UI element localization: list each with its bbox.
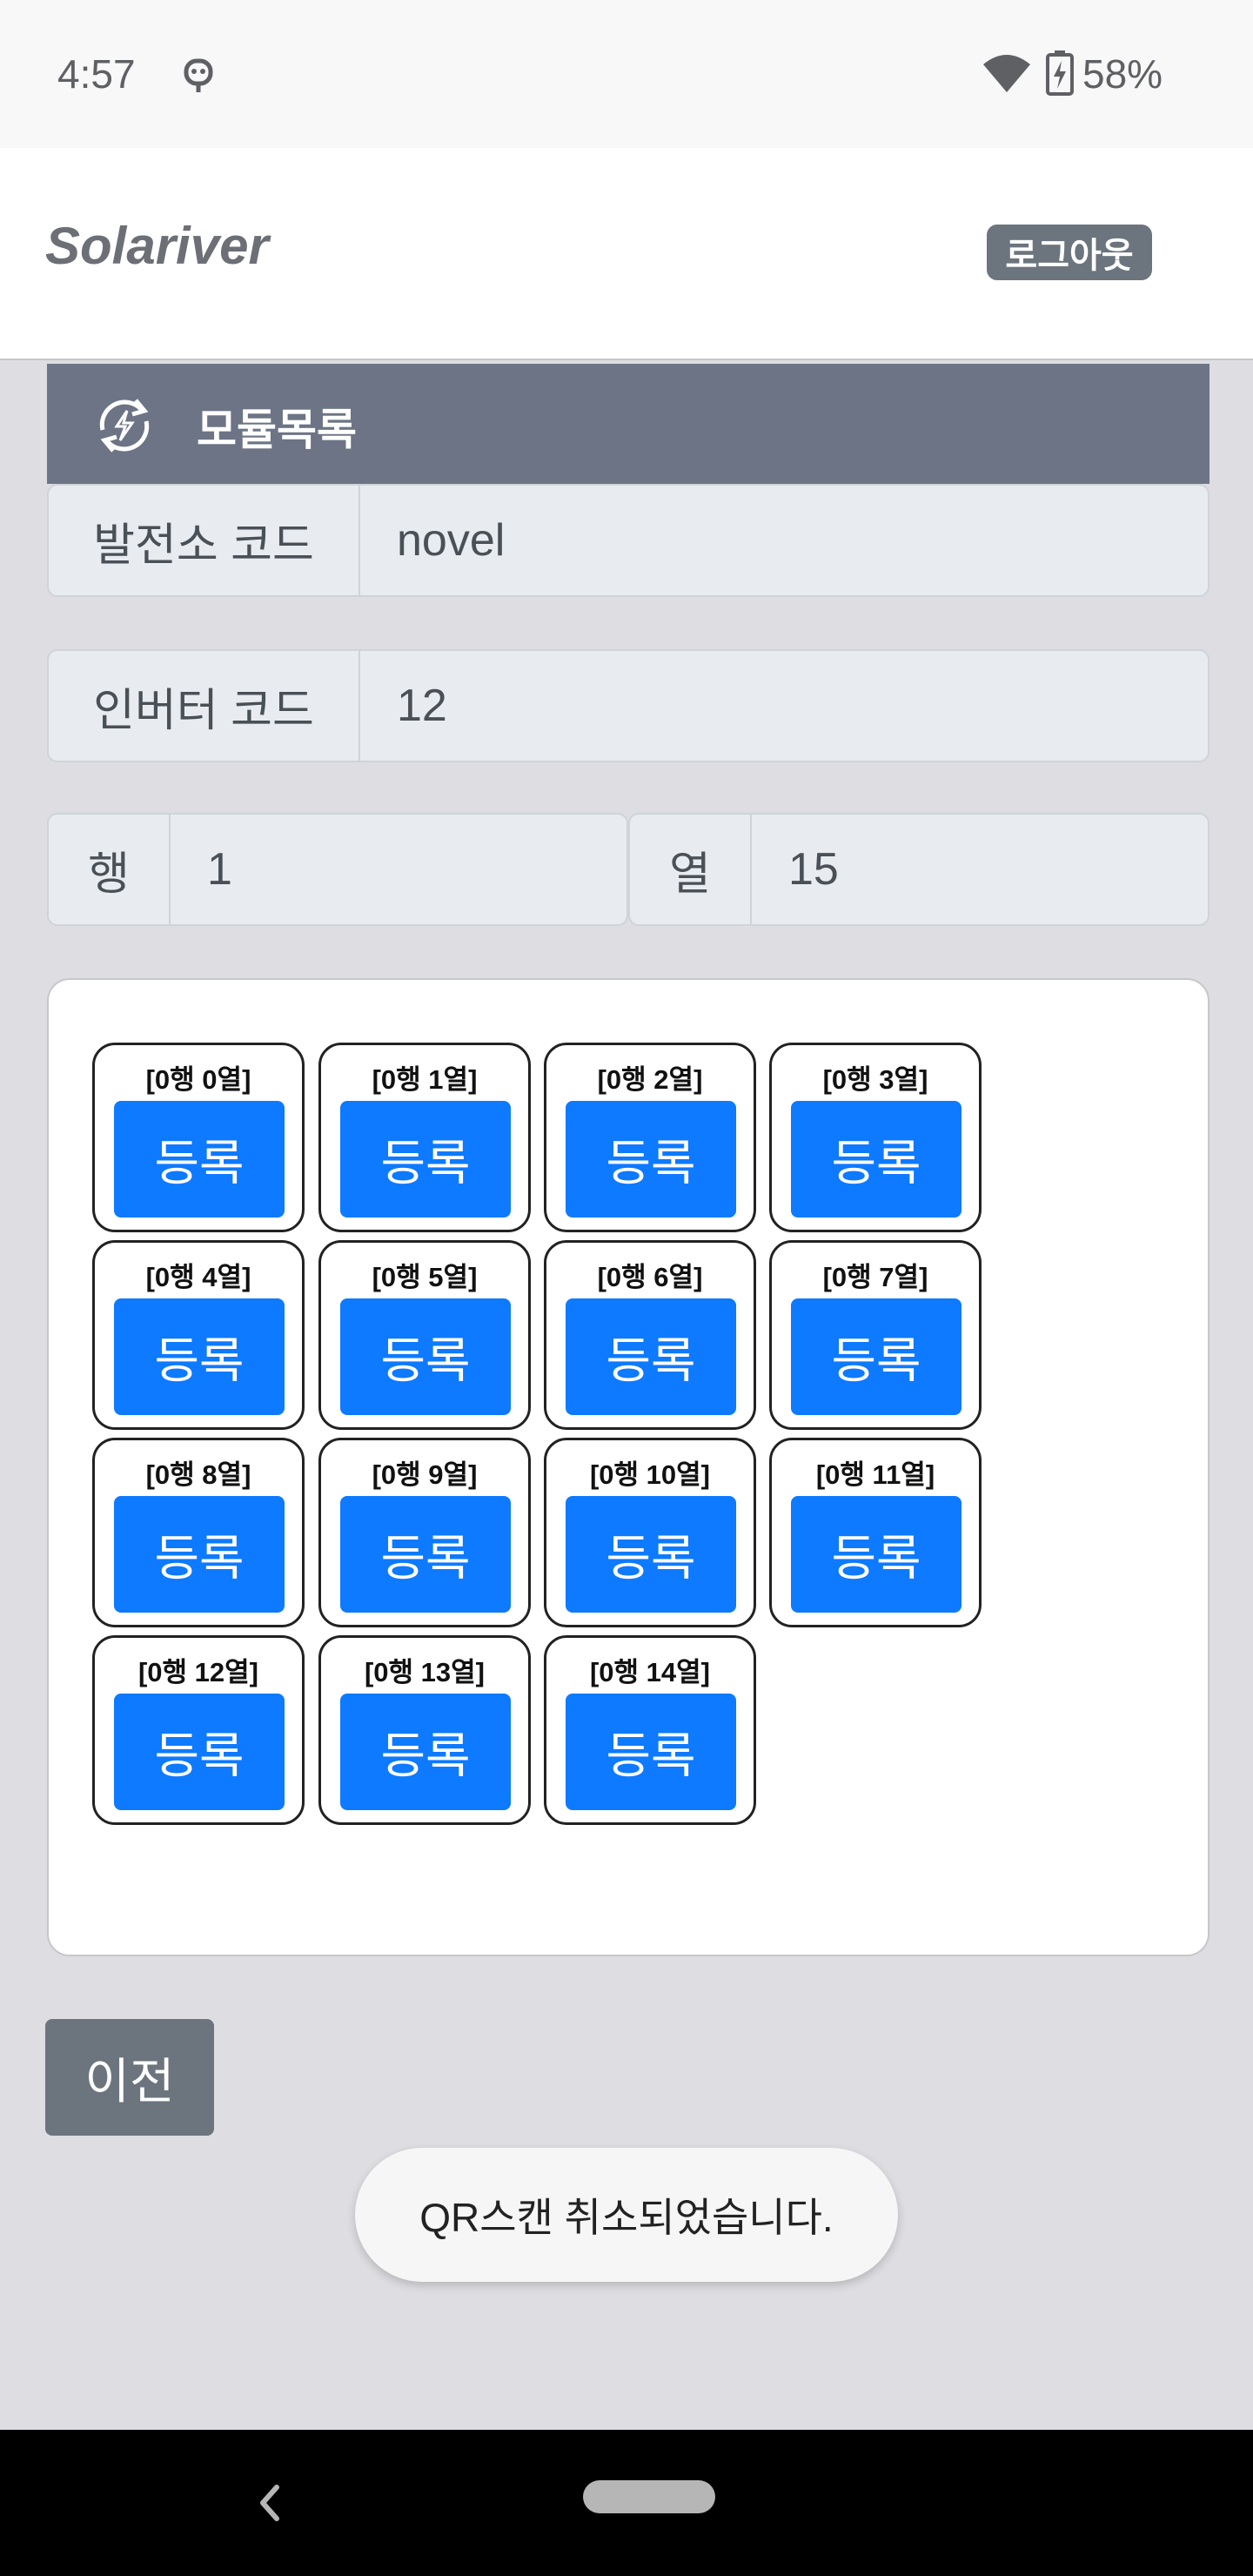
module-cell: [0행 12열] 등록	[92, 1635, 305, 1825]
register-button[interactable]: 등록	[791, 1298, 962, 1415]
plant-code-label: 발전소 코드	[49, 486, 360, 595]
module-cell: [0행 8열] 등록	[92, 1438, 305, 1627]
register-button[interactable]: 등록	[791, 1101, 962, 1218]
register-button[interactable]: 등록	[114, 1694, 285, 1810]
home-pill[interactable]	[583, 2480, 715, 2513]
plant-code-group: 발전소 코드 novel	[47, 484, 1209, 597]
module-cell-label: [0행 7열]	[822, 1262, 928, 1292]
module-grid: [0행 0열] 등록 [0행 1열] 등록 [0행 2열] 등록 [0행 3열]…	[47, 978, 1209, 1956]
module-list-header: 모듈목록	[47, 364, 1209, 484]
module-cell-label: [0행 10열]	[589, 1459, 711, 1490]
register-button[interactable]: 등록	[566, 1694, 736, 1810]
row-field[interactable]: 1	[171, 815, 232, 924]
module-cell-label: [0행 4열]	[145, 1262, 251, 1292]
register-button[interactable]: 등록	[340, 1298, 511, 1415]
previous-button[interactable]: 이전	[45, 2019, 214, 2136]
col-field[interactable]: 15	[752, 815, 839, 924]
inverter-code-field[interactable]: 12	[360, 651, 447, 761]
register-button[interactable]: 등록	[566, 1298, 736, 1415]
toast-message: QR스캔 취소되었습니다.	[355, 2148, 898, 2282]
inverter-code-group: 인버터 코드 12	[47, 649, 1209, 762]
module-cell: [0행 6열] 등록	[544, 1240, 756, 1430]
module-cell: [0행 13열] 등록	[318, 1635, 531, 1825]
module-cell-label: [0행 13열]	[364, 1657, 486, 1687]
module-cell: [0행 3열] 등록	[769, 1043, 982, 1232]
register-button[interactable]: 등록	[114, 1298, 285, 1415]
register-button[interactable]: 등록	[114, 1496, 285, 1613]
module-cell: [0행 9열] 등록	[318, 1438, 531, 1627]
module-cell-label: [0행 8열]	[145, 1459, 251, 1490]
logout-button[interactable]: 로그아웃	[987, 225, 1152, 280]
module-cell: [0행 4열] 등록	[92, 1240, 305, 1430]
module-cell: [0행 5열] 등록	[318, 1240, 531, 1430]
row-label: 행	[49, 815, 171, 924]
status-bar: 4:57 58%	[0, 0, 1253, 148]
col-group: 열 15	[628, 813, 1209, 926]
module-cell: [0행 10열] 등록	[544, 1438, 756, 1627]
battery-percent: 58%	[1082, 51, 1163, 97]
brand-title: Solariver	[45, 217, 269, 275]
register-button[interactable]: 등록	[340, 1694, 511, 1810]
register-button[interactable]: 등록	[340, 1496, 511, 1613]
app-header: Solariver 로그아웃	[0, 148, 1253, 360]
module-cell-label: [0행 11열]	[815, 1459, 935, 1490]
inverter-code-label: 인버터 코드	[49, 651, 360, 761]
back-chevron-icon[interactable]	[252, 2480, 287, 2526]
module-cell-label: [0행 1열]	[372, 1064, 478, 1095]
module-cell: [0행 2열] 등록	[544, 1043, 756, 1232]
module-cell-label: [0행 0열]	[145, 1064, 251, 1095]
module-list-title: 모듈목록	[197, 406, 357, 454]
register-button[interactable]: 등록	[340, 1101, 511, 1218]
module-cell-label: [0행 12열]	[137, 1657, 259, 1687]
module-cell: [0행 1열] 등록	[318, 1043, 531, 1232]
sync-icon	[99, 399, 150, 453]
module-cell-label: [0행 6열]	[597, 1262, 703, 1292]
robot-icon	[184, 58, 213, 92]
module-cell-label: [0행 5열]	[372, 1262, 478, 1292]
register-button[interactable]: 등록	[566, 1496, 736, 1613]
plant-code-field[interactable]: novel	[360, 486, 505, 595]
row-group: 행 1	[47, 813, 628, 926]
module-cell-label: [0행 2열]	[597, 1064, 703, 1095]
module-cell-label: [0행 14열]	[589, 1657, 711, 1687]
status-time: 4:57	[57, 51, 136, 97]
module-cell: [0행 0열] 등록	[92, 1043, 305, 1232]
module-cell-label: [0행 9열]	[372, 1459, 478, 1490]
module-cell-label: [0행 3열]	[822, 1064, 928, 1095]
module-cell: [0행 14열] 등록	[544, 1635, 756, 1825]
col-label: 열	[630, 815, 752, 924]
module-cell: [0행 7열] 등록	[769, 1240, 982, 1430]
wifi-icon	[983, 55, 1030, 92]
system-nav-bar	[0, 2430, 1253, 2576]
register-button[interactable]: 등록	[791, 1496, 962, 1613]
module-cell: [0행 11열] 등록	[769, 1438, 982, 1627]
register-button[interactable]: 등록	[114, 1101, 285, 1218]
register-button[interactable]: 등록	[566, 1101, 736, 1218]
battery-charging-icon	[1046, 50, 1074, 96]
